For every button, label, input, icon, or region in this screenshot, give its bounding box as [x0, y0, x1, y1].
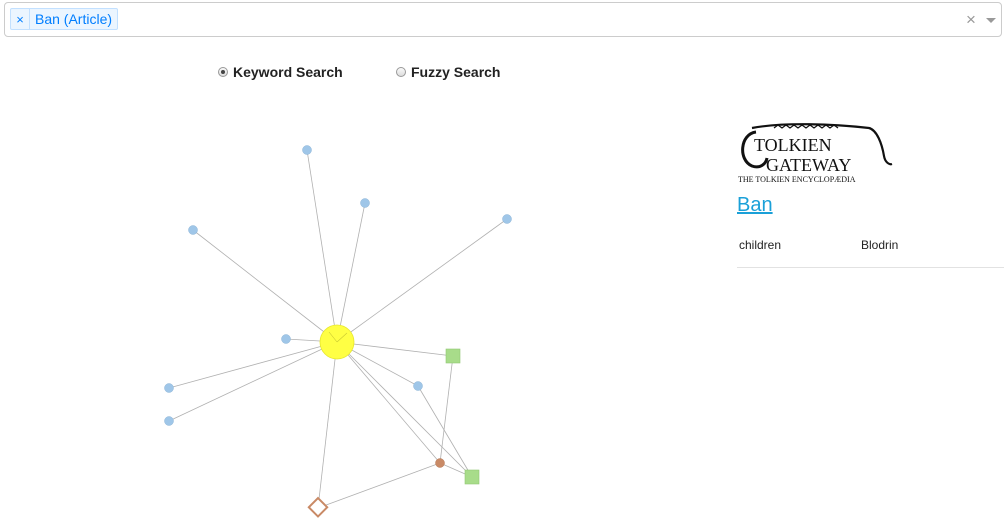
clear-icon[interactable]: ×	[964, 10, 978, 30]
tag-remove-icon[interactable]: ×	[11, 9, 30, 29]
graph-node[interactable]	[360, 198, 370, 208]
logo-line-1: TOLKIEN	[754, 135, 832, 155]
tag-label: Ban (Article)	[35, 11, 113, 27]
center-node[interactable]	[319, 324, 355, 360]
graph-node[interactable]	[302, 145, 312, 155]
relationship-graph[interactable]	[0, 100, 620, 531]
graph-node[interactable]	[435, 458, 445, 468]
property-key: children	[739, 238, 782, 252]
graph-node[interactable]	[281, 334, 291, 344]
logo-tagline: THE TOLKIEN ENCYCLOPÆDIA	[738, 175, 856, 184]
property-value: Blodrin	[861, 238, 899, 252]
keyword-search-label[interactable]: Keyword Search	[233, 64, 343, 80]
graph-node[interactable]	[164, 416, 174, 426]
graph-node[interactable]	[445, 348, 461, 364]
keyword-search-radio[interactable]	[218, 67, 228, 77]
article-nodes[interactable]	[164, 145, 512, 426]
fuzzy-search-radio[interactable]	[396, 67, 406, 77]
graph-node[interactable]	[164, 383, 174, 393]
article-title-link[interactable]: Ban	[737, 194, 773, 217]
keyword-search-option[interactable]: Keyword Search	[218, 64, 343, 80]
fuzzy-search-option[interactable]: Fuzzy Search	[396, 64, 500, 80]
tolkien-gateway-logo: TOLKIEN GATEWAY THE TOLKIEN ENCYCLOPÆDIA	[738, 123, 893, 184]
graph-node[interactable]	[307, 496, 329, 518]
graph-node[interactable]	[502, 214, 512, 224]
graph-node[interactable]	[464, 469, 480, 485]
graph-node[interactable]	[413, 381, 423, 391]
fuzzy-search-label[interactable]: Fuzzy Search	[411, 64, 500, 80]
chevron-down-icon[interactable]	[982, 10, 1000, 30]
logo-line-2: GATEWAY	[766, 155, 851, 175]
graph-node[interactable]	[188, 225, 198, 235]
article-select[interactable]: × Ban (Article) ×	[4, 2, 1002, 37]
article-properties-table: children Blodrin	[737, 233, 1004, 268]
selected-tag: × Ban (Article)	[10, 8, 119, 30]
